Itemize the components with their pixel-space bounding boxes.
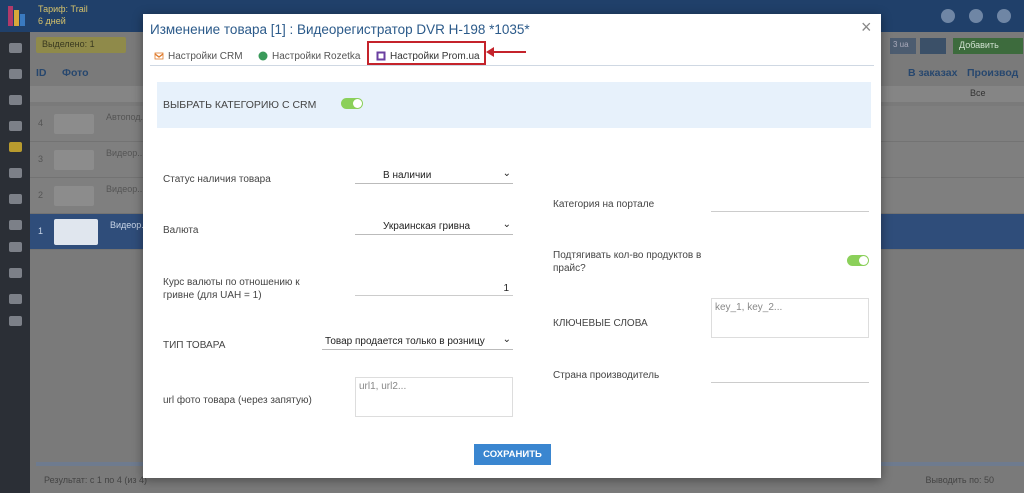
cart-icon[interactable] [9, 142, 22, 152]
filter-button[interactable] [920, 38, 946, 54]
column-header[interactable]: ID [36, 67, 47, 79]
category-toggle-label: ВЫБРАТЬ КАТЕГОРИЮ С CRM [163, 99, 317, 111]
page-size[interactable]: Выводить по: 50 [926, 475, 994, 485]
monitor-icon[interactable] [9, 43, 22, 53]
availability-label: Статус наличия товара [163, 174, 271, 185]
selected-button[interactable]: Выделено: 1 [36, 37, 126, 53]
row-name: Видеор... [106, 184, 145, 194]
row-thumbnail [54, 114, 94, 134]
product-type-value: Товар продается только в розницу [325, 336, 485, 347]
keywords-textarea[interactable]: key_1, key_2... [711, 298, 869, 338]
plan-days: 6 дней [38, 16, 66, 26]
crm-icon [154, 52, 164, 60]
sidebar [0, 32, 30, 493]
row-id: 2 [38, 190, 44, 200]
rate-value: 1 [503, 283, 509, 294]
row-thumbnail [54, 219, 98, 245]
availability-select[interactable]: В наличии ⌄ [355, 168, 513, 184]
chevron-down-icon: ⌄ [502, 168, 511, 179]
country-input[interactable] [711, 367, 869, 383]
chevron-down-icon: ⌄ [502, 334, 511, 345]
plan-name: Тариф: Trail [38, 4, 88, 14]
keywords-label: КЛЮЧЕВЫЕ СЛОВА [553, 318, 648, 329]
keywords-placeholder: key_1, key_2... [715, 302, 783, 313]
row-name: Видеор... [106, 148, 145, 158]
close-icon[interactable]: × [861, 17, 872, 38]
filter-select[interactable]: Все [970, 88, 986, 98]
row-id: 1 [38, 226, 44, 236]
products-icon[interactable] [9, 69, 22, 79]
currency-select[interactable]: Украинская гривна ⌄ [355, 219, 513, 235]
row-name: Автопод... [106, 112, 149, 122]
row-thumbnail [54, 186, 94, 206]
megaphone-icon[interactable] [9, 194, 22, 204]
app-logo-icon [8, 6, 25, 26]
column-header[interactable]: В заказах [908, 67, 957, 79]
tab-highlight-frame [367, 41, 486, 65]
portal-category-label: Категория на портале [553, 199, 655, 210]
chart-icon[interactable] [9, 220, 22, 230]
photo-url-placeholder: url1, url2... [359, 381, 407, 392]
pull-qty-label: Подтягивать кол-во продуктов в прайс? [553, 250, 702, 274]
tab-label: Настройки CRM [168, 50, 243, 62]
plan-info: Тариф: Trail 6 дней [38, 3, 88, 27]
rate-label: Курс валюты по отношению к гривне (для U… [163, 277, 300, 301]
store-icon[interactable] [9, 95, 22, 105]
row-id: 4 [38, 118, 44, 128]
tab-crm[interactable]: Настройки CRM [150, 46, 247, 66]
save-button[interactable]: СОХРАНИТЬ [474, 444, 551, 465]
currency-label: Валюта [163, 225, 199, 236]
product-type-select[interactable]: Товар продается только в розницу ⌄ [322, 334, 513, 350]
pull-qty-toggle[interactable] [847, 255, 869, 266]
annotation-arrow [490, 51, 526, 53]
row-thumbnail [54, 150, 94, 170]
gear-icon[interactable] [9, 242, 22, 252]
availability-value: В наличии [383, 170, 432, 181]
dialog-title: Изменение товара [1] : Видеорегистратор … [150, 22, 530, 37]
category-toggle[interactable] [341, 98, 363, 109]
tab-label: Настройки Rozetka [272, 50, 361, 62]
user-icon[interactable] [941, 9, 955, 23]
photo-url-textarea[interactable]: url1, url2... [355, 377, 513, 417]
arrow-left-icon [486, 47, 494, 57]
column-header[interactable]: Фото [62, 67, 89, 79]
dialog-content: ВЫБРАТЬ КАТЕГОРИЮ С CRM Статус наличия т… [150, 66, 874, 466]
photo-url-label: url фото товара (через запятую) [163, 395, 312, 406]
product-type-label: ТИП ТОВАРА [163, 340, 226, 351]
currency-value: Украинская гривна [383, 221, 471, 232]
portal-category-input[interactable] [711, 196, 869, 212]
bell-icon[interactable] [969, 9, 983, 23]
row-id: 3 [38, 154, 44, 164]
column-header[interactable]: Производ [967, 67, 1018, 79]
edit-product-dialog: Изменение товара [1] : Видеорегистратор … [143, 14, 881, 478]
truck-icon[interactable] [9, 168, 22, 178]
tab-rozetka[interactable]: Настройки Rozetka [254, 46, 365, 66]
chevron-down-icon: ⌄ [502, 219, 511, 230]
orders-icon[interactable] [9, 121, 22, 131]
rozetka-icon [258, 51, 268, 61]
eye-icon[interactable] [9, 294, 22, 304]
rate-input[interactable]: 1 [355, 280, 513, 296]
export-button[interactable]: 3 ua [890, 38, 916, 54]
settings-icon[interactable] [997, 9, 1011, 23]
tab-bar: Настройки CRM Настройки Rozetka Настройк… [150, 44, 874, 66]
info-icon[interactable] [9, 268, 22, 278]
video-icon[interactable] [9, 316, 22, 326]
country-label: Страна производитель [553, 370, 660, 381]
add-button[interactable]: Добавить [953, 38, 1023, 54]
result-count: Результат: с 1 по 4 (из 4) [44, 475, 147, 485]
category-toggle-row: ВЫБРАТЬ КАТЕГОРИЮ С CRM [157, 82, 871, 128]
